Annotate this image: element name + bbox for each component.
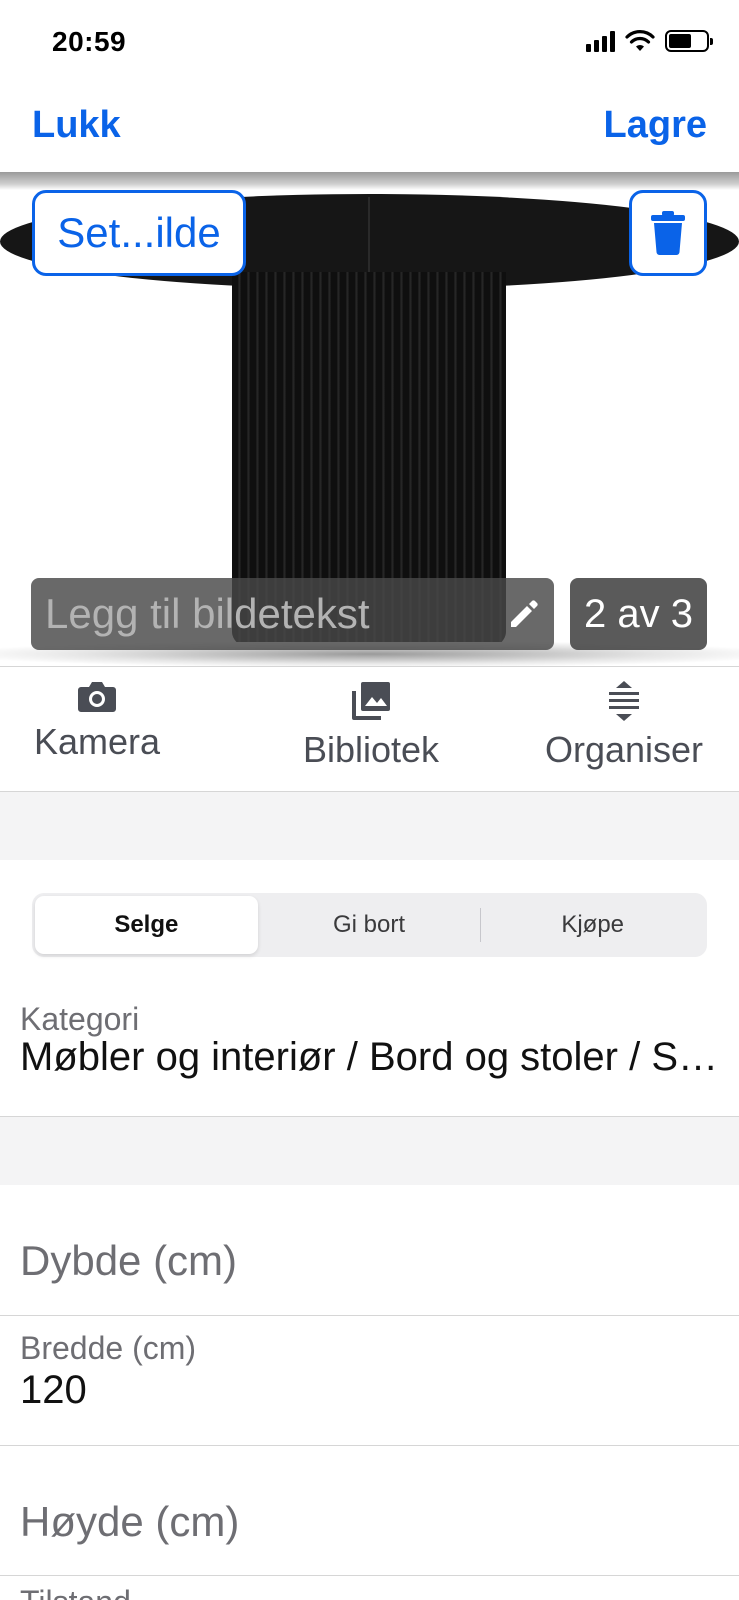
status-icons — [586, 30, 713, 52]
condition-label: Tilstand — [20, 1584, 131, 1600]
depth-placeholder: Dybde (cm) — [20, 1237, 238, 1284]
camera-icon — [78, 682, 116, 712]
depth-field[interactable]: Dybde (cm) — [0, 1185, 739, 1315]
width-label: Bredde (cm) — [20, 1330, 197, 1366]
save-button[interactable]: Lagre — [604, 104, 707, 147]
camera-label: Kamera — [33, 721, 161, 762]
trash-icon — [651, 211, 685, 255]
width-value: 120 — [20, 1368, 87, 1412]
category-label: Kategori — [20, 1001, 140, 1037]
pencil-icon — [511, 600, 538, 627]
section-spacer — [0, 1117, 739, 1185]
delete-photo-button[interactable] — [629, 190, 707, 276]
width-field[interactable]: Bredde (cm) 120 — [0, 1316, 739, 1445]
height-placeholder: Høyde (cm) — [20, 1498, 240, 1545]
segment-sell[interactable]: Selge — [35, 896, 258, 954]
category-field[interactable]: Kategori Møbler og interiør / Bord og st… — [0, 995, 739, 1117]
status-time: 20:59 — [52, 26, 127, 57]
wifi-icon — [625, 30, 655, 51]
condition-field[interactable]: Tilstand — [0, 1576, 739, 1600]
organise-label: Organiser — [544, 729, 704, 770]
segment-buy[interactable]: Kjøpe — [481, 896, 704, 954]
reorder-icon — [609, 681, 639, 721]
photo-counter: 2 av 3 — [570, 578, 707, 650]
battery-charging-icon — [665, 30, 713, 52]
caption-placeholder: Legg til bildetekst — [45, 590, 370, 637]
set-cover-image-button[interactable]: Set...ilde — [32, 190, 246, 276]
status-bar: 20:59 — [0, 0, 739, 88]
section-spacer — [0, 792, 739, 860]
listing-type-segmented-control: Selge Gi bort Kjøpe — [32, 893, 707, 957]
nav-bar: Lukk Lagre — [0, 90, 739, 170]
photo-toolbar: Kamera Bibliotek Organiser — [0, 667, 739, 791]
category-value: Møbler og interiør / Bord og stoler / Sp… — [20, 1035, 723, 1079]
signal-icon — [586, 30, 615, 52]
camera-button[interactable]: Kamera — [30, 681, 164, 763]
organise-button[interactable]: Organiser — [538, 681, 710, 771]
height-field[interactable]: Høyde (cm) — [0, 1446, 739, 1575]
caption-input[interactable]: Legg til bildetekst — [31, 578, 554, 650]
library-button[interactable]: Bibliotek — [296, 681, 446, 771]
library-label: Bibliotek — [302, 729, 440, 770]
segment-give-away[interactable]: Gi bort — [258, 896, 481, 954]
close-button[interactable]: Lukk — [32, 104, 121, 147]
photo-library-icon — [352, 682, 390, 720]
